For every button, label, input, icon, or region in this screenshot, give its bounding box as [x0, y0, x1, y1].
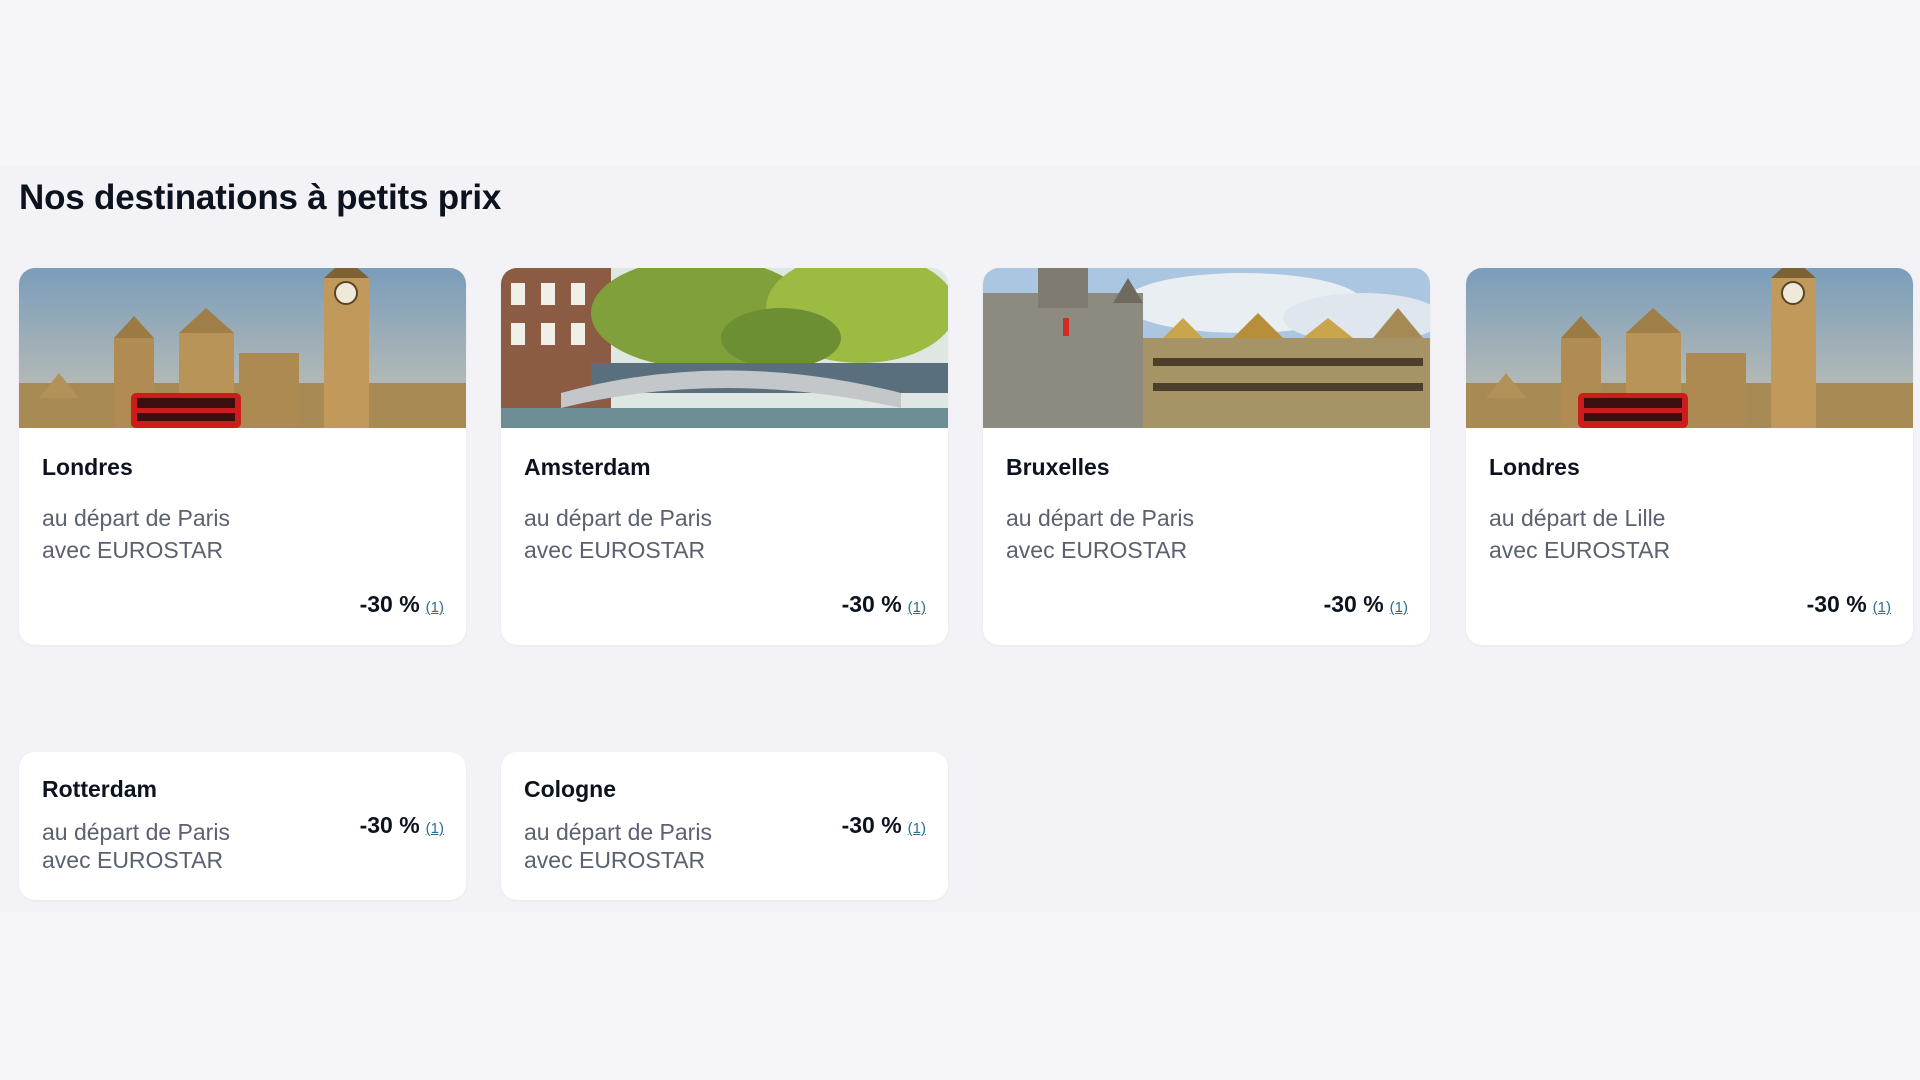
london-big-ben-photo	[1466, 268, 1913, 428]
card-city: Amsterdam	[524, 454, 651, 480]
discount-value: -30 %	[841, 812, 902, 838]
card-carrier: avec EUROSTAR	[524, 847, 706, 873]
card-city: Rotterdam	[42, 776, 158, 802]
card-city: Cologne	[524, 776, 616, 802]
card-price: -30 % (1)	[842, 812, 926, 839]
discount-value: -30 %	[1323, 591, 1384, 617]
card-departure: au départ de Paris	[524, 819, 712, 845]
card-price: -30 % (1)	[360, 812, 444, 839]
footnote-link[interactable]: (1)	[426, 820, 444, 837]
card-carrier: avec EUROSTAR	[42, 537, 224, 563]
destination-card-rotterdam[interactable]: Rotterdam au départ de Paris avec EUROST…	[19, 752, 466, 900]
discount-value: -30 %	[1806, 591, 1867, 617]
card-city: Londres	[1489, 454, 1580, 480]
footnote-link[interactable]: (1)	[908, 820, 926, 837]
section-title: Nos destinations à petits prix	[19, 178, 502, 217]
destination-card-bruxelles[interactable]: Bruxelles au départ de Paris avec EUROST…	[983, 268, 1430, 645]
card-carrier: avec EUROSTAR	[524, 537, 706, 563]
card-price: -30 % (1)	[1807, 591, 1891, 618]
discount-value: -30 %	[359, 812, 420, 838]
amsterdam-canal-bridge-photo	[501, 268, 948, 428]
destination-card-londres-lille[interactable]: Londres au départ de Lille avec EUROSTAR…	[1466, 268, 1913, 645]
card-departure: au départ de Lille	[1489, 505, 1666, 531]
discount-value: -30 %	[841, 591, 902, 617]
card-price: -30 % (1)	[360, 591, 444, 618]
brussels-grand-place-photo	[983, 268, 1430, 428]
card-carrier: avec EUROSTAR	[1489, 537, 1671, 563]
card-carrier: avec EUROSTAR	[1006, 537, 1188, 563]
page-top-band	[0, 0, 1920, 165]
card-city: Londres	[42, 454, 133, 480]
footnote-link[interactable]: (1)	[426, 599, 444, 616]
footnote-link[interactable]: (1)	[908, 599, 926, 616]
discount-value: -30 %	[359, 591, 420, 617]
card-departure: au départ de Paris	[42, 819, 230, 845]
destination-card-amsterdam[interactable]: Amsterdam au départ de Paris avec EUROST…	[501, 268, 948, 645]
london-big-ben-photo	[19, 268, 466, 428]
card-departure: au départ de Paris	[524, 505, 712, 531]
destination-card-londres-paris[interactable]: Londres au départ de Paris avec EUROSTAR…	[19, 268, 466, 645]
card-city: Bruxelles	[1006, 454, 1110, 480]
destination-card-cologne[interactable]: Cologne au départ de Paris avec EUROSTAR…	[501, 752, 948, 900]
footnote-link[interactable]: (1)	[1873, 599, 1891, 616]
footnote-link[interactable]: (1)	[1390, 599, 1408, 616]
card-price: -30 % (1)	[842, 591, 926, 618]
card-price: -30 % (1)	[1324, 591, 1408, 618]
card-departure: au départ de Paris	[1006, 505, 1194, 531]
card-carrier: avec EUROSTAR	[42, 847, 224, 873]
card-departure: au départ de Paris	[42, 505, 230, 531]
